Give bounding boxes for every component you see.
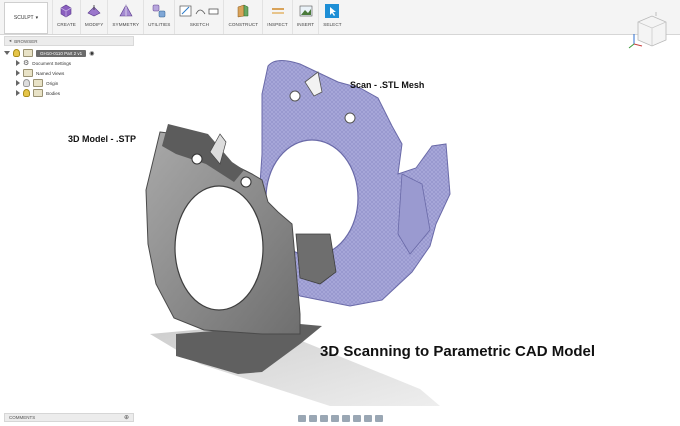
browser-title: BROWSER — [14, 38, 38, 44]
tree-item-origin[interactable]: Origin — [4, 78, 134, 88]
tree-item-label: Document Settings — [32, 60, 72, 66]
folder-icon — [33, 89, 43, 97]
inspect-icon — [271, 8, 284, 14]
symmetry-icon — [119, 4, 133, 17]
create-label: CREATE — [57, 22, 76, 27]
insert-icon — [299, 5, 312, 17]
viewcube[interactable] — [626, 10, 672, 50]
look-at-icon[interactable] — [308, 414, 317, 422]
component-icon — [23, 49, 33, 57]
chevron-down-icon: ▾ — [35, 15, 39, 21]
expand-icon[interactable] — [16, 70, 20, 76]
modify-menu[interactable]: MODIFY — [79, 0, 107, 34]
expand-icon[interactable] — [16, 90, 20, 96]
create-menu[interactable]: CREATE — [52, 0, 80, 34]
inspect-menu[interactable]: INSPECT — [262, 0, 292, 34]
select-menu[interactable]: SELECT — [318, 0, 345, 34]
sketch-menu[interactable]: SKETCH — [174, 0, 223, 34]
workspace-switcher[interactable]: SCULPT ▾ — [4, 2, 48, 34]
folder-icon — [33, 79, 43, 87]
visibility-bulb-icon[interactable] — [23, 79, 30, 87]
gear-icon: ⚙ — [23, 60, 30, 67]
orbit-icon[interactable] — [297, 414, 306, 422]
pan-icon[interactable] — [319, 414, 328, 422]
visibility-bulb-icon[interactable] — [23, 89, 30, 97]
sketch-icon — [180, 5, 192, 17]
utilities-label: UTILITIES — [148, 22, 171, 27]
construct-label: CONSTRUCT — [228, 22, 259, 27]
utilities-icon — [153, 4, 166, 18]
create-form-icon — [61, 4, 72, 18]
fit-icon[interactable] — [341, 414, 350, 422]
navigation-bar — [286, 413, 394, 423]
visibility-bulb-icon[interactable] — [13, 49, 20, 57]
sketch-label: SKETCH — [189, 22, 210, 27]
inspect-label: INSPECT — [267, 22, 288, 27]
expand-icon[interactable] — [16, 60, 20, 66]
construct-icon — [238, 4, 249, 18]
document-name: GH10-0110 Part 2 v1 — [36, 49, 87, 57]
display-settings-icon[interactable] — [352, 414, 361, 422]
model-label: 3D Model - .STP — [68, 134, 136, 144]
zoom-icon[interactable] — [330, 414, 339, 422]
tree-item-label: Named Views — [36, 70, 65, 76]
add-comment-icon[interactable]: ⊕ — [124, 414, 129, 421]
tree-item-bodies[interactable]: Bodies — [4, 88, 134, 98]
radio-active-icon[interactable]: ◉ — [89, 50, 94, 57]
toolbar: SCULPT ▾ CREATE MODIFY SYMMETRY UTILITIE… — [0, 0, 680, 35]
expand-icon[interactable] — [16, 80, 20, 86]
browser-panel: ◂ BROWSER GH10-0110 Part 2 v1 ◉ ⚙ Docume… — [4, 36, 134, 98]
tree-root[interactable]: GH10-0110 Part 2 v1 ◉ — [4, 48, 134, 58]
insert-label: INSERT — [296, 22, 315, 27]
tree-item-document-settings[interactable]: ⚙ Document Settings — [4, 58, 134, 68]
expand-icon[interactable] — [4, 51, 10, 55]
symmetry-menu[interactable]: SYMMETRY — [107, 0, 143, 34]
select-label: SELECT — [323, 22, 342, 27]
browser-header[interactable]: ◂ BROWSER — [4, 36, 134, 46]
viewports-icon[interactable] — [374, 414, 383, 422]
folder-icon — [23, 69, 33, 77]
caption-title: 3D Scanning to Parametric CAD Model — [320, 343, 595, 360]
select-icon — [325, 4, 340, 18]
symmetry-label: SYMMETRY — [112, 22, 140, 27]
tree-item-label: Bodies — [46, 90, 61, 96]
tree-item-named-views[interactable]: Named Views — [4, 68, 134, 78]
utilities-menu[interactable]: UTILITIES — [143, 0, 174, 34]
insert-menu[interactable]: INSERT — [291, 0, 318, 34]
collapse-icon[interactable]: ◂ — [9, 38, 11, 44]
workspace-label: SCULPT — [13, 15, 34, 21]
scan-label: Scan - .STL Mesh — [350, 80, 424, 90]
grid-icon[interactable] — [363, 414, 372, 422]
modify-label: MODIFY — [84, 22, 104, 27]
tree-item-label: Origin — [46, 80, 59, 86]
comments-panel[interactable]: COMMENTS ⊕ — [4, 413, 134, 422]
arc-icon — [196, 9, 206, 14]
modify-icon — [87, 5, 101, 17]
rectangle-icon — [209, 8, 219, 14]
comments-title: COMMENTS — [9, 415, 36, 420]
construct-menu[interactable]: CONSTRUCT — [223, 0, 262, 34]
